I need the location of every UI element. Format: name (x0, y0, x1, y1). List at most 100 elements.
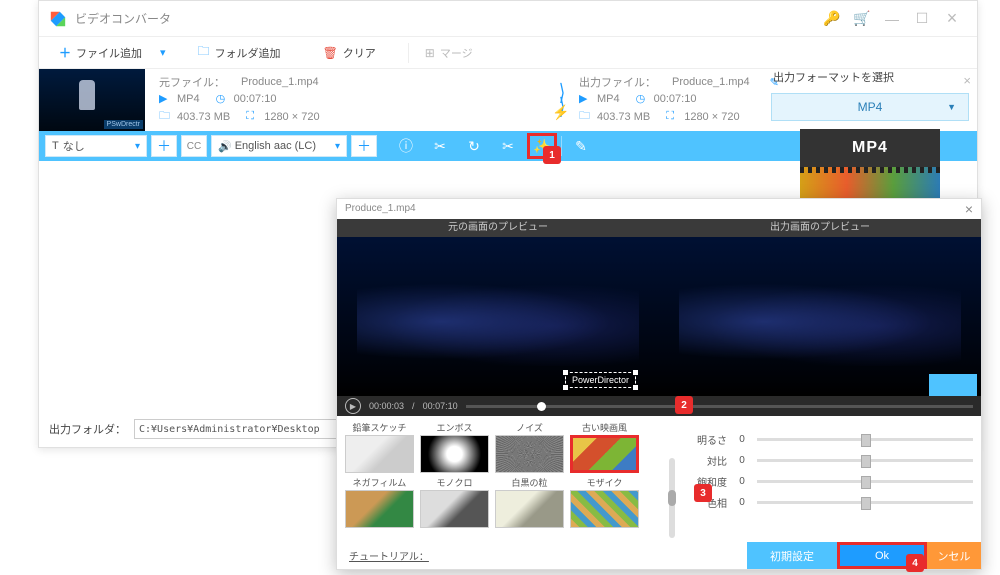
tutorial-link[interactable]: チュートリアル： (337, 542, 441, 569)
subtitle-value: なし (63, 138, 85, 154)
resolution-icon: ⛶ (666, 110, 680, 123)
effect-item[interactable]: 鉛筆スケッチ (345, 420, 414, 473)
effect-thumbs: 鉛筆スケッチ エンボス ノイズ 古い映画風 ネガフィルム モノクロ 白黒の粒 モ… (345, 420, 655, 538)
add-folder-label: フォルダ追加 (215, 45, 281, 61)
effect-label: ノイズ (516, 420, 543, 435)
effect-item-selected[interactable]: 古い映画風 (570, 420, 639, 473)
folder-icon: 🗀 (198, 42, 210, 63)
effects-dialog: Produce_1.mp4 × 元の画面のプレビュー 出力画面のプレビュー Po… (336, 198, 982, 570)
subtitle-dropdown[interactable]: Tなし▾ (45, 135, 147, 157)
brightness-label: 明るさ (685, 432, 727, 447)
effect-item[interactable]: ネガフィルム (345, 475, 414, 528)
resize-handle[interactable] (563, 385, 568, 390)
cut-icon[interactable]: ✂ (425, 131, 455, 161)
add-subtitle-button[interactable]: ＋ (151, 135, 177, 157)
effects-scrollbar[interactable] (669, 458, 675, 538)
output-folder-row: 出力フォルダ： (49, 419, 364, 439)
info-icon[interactable]: ⓘ (391, 131, 421, 161)
cancel-button[interactable]: ンセル (927, 542, 981, 569)
minimize-button[interactable]: — (877, 4, 907, 34)
output-filename: Produce_1.mp4 (672, 76, 750, 88)
resolution-icon: ⛶ (246, 110, 260, 123)
saturation-row: 飽和度0 (685, 474, 973, 489)
effect-item[interactable]: モザイク (570, 475, 639, 528)
resize-handle[interactable] (633, 370, 638, 375)
effect-item[interactable]: モノクロ (420, 475, 489, 528)
output-resolution: 1280 × 720 (684, 111, 739, 123)
output-preview (659, 237, 981, 396)
brightness-slider[interactable] (757, 438, 973, 441)
source-format: MP4 (177, 93, 200, 105)
add-file-button[interactable]: ＋ ファイル追加 (49, 40, 152, 65)
audio-dropdown[interactable]: 🔊English aac (LC) ▾ (211, 135, 347, 157)
output-folder-input[interactable] (134, 419, 364, 439)
cart-icon[interactable]: 🛒 (847, 4, 877, 34)
saturation-value: 0 (735, 476, 749, 487)
clear-label: クリア (343, 45, 376, 61)
hue-value: 0 (735, 497, 749, 508)
cc-button[interactable]: CC (181, 135, 207, 157)
contrast-slider[interactable] (757, 459, 973, 462)
time-total: 00:07:10 (423, 401, 458, 411)
fx-player-bar: ▶ 00:00:03/00:07:10 (337, 396, 981, 416)
arrow-column: ⟩ ⟩ ⚡ (547, 73, 575, 127)
mp4-label: MP4 (800, 129, 940, 167)
selection-marker[interactable] (929, 374, 977, 396)
play-button[interactable]: ▶ (345, 398, 361, 414)
effect-item[interactable]: 白黒の粒 (495, 475, 564, 528)
close-button[interactable]: × (937, 4, 967, 34)
output-format-panel: 出力フォーマットを選択 MP4 MP4 (771, 65, 969, 217)
video-thumbnail[interactable]: PSwDrectr (39, 69, 145, 131)
out-preview-label: 出力画面のプレビュー (659, 219, 981, 237)
saturation-slider[interactable] (757, 480, 973, 483)
resize-handle[interactable] (633, 385, 638, 390)
separator (408, 43, 409, 63)
size-icon: 🗀 (159, 107, 173, 126)
format-selected: MP4 (858, 100, 883, 114)
progress-bar[interactable] (466, 405, 973, 408)
effect-label: 鉛筆スケッチ (352, 420, 406, 435)
title-bar: ビデオコンバータ 🔑 🛒 — ☐ × (39, 1, 977, 37)
clear-button[interactable]: 🗑 クリア (313, 41, 386, 65)
progress-handle[interactable] (537, 402, 546, 411)
resize-handle[interactable] (563, 370, 568, 375)
maximize-button[interactable]: ☐ (907, 4, 937, 34)
merge-button[interactable]: ⊞ マージ (415, 41, 483, 65)
output-folder-label: 出力フォルダ： (49, 421, 126, 437)
rotate-icon[interactable]: ↻ (459, 131, 489, 161)
fx-title: Produce_1.mp4 (345, 203, 416, 214)
crop-icon[interactable]: ✂ (493, 131, 523, 161)
trash-icon: 🗑 (323, 46, 338, 60)
chevron-down-icon: ▾ (335, 141, 340, 152)
add-file-label: ファイル追加 (76, 45, 142, 61)
merge-icon: ⊞ (425, 46, 435, 60)
app-title: ビデオコンバータ (75, 10, 817, 27)
hue-slider[interactable] (757, 501, 973, 504)
effect-label: ネガフィルム (353, 475, 407, 490)
brightness-value: 0 (735, 434, 749, 445)
separator (561, 136, 562, 156)
audio-value: English aac (LC) (235, 140, 316, 152)
key-icon[interactable]: 🔑 (817, 4, 847, 34)
fx-close-button[interactable]: × (965, 201, 973, 217)
source-label: 元ファイル： (159, 74, 225, 90)
add-file-dropdown-icon[interactable]: ▾ (160, 46, 166, 59)
effect-item[interactable]: エンボス (420, 420, 489, 473)
effect-label: 古い映画風 (582, 420, 627, 435)
thumb-label: PSwDrectr (104, 120, 143, 129)
add-folder-button[interactable]: 🗀 フォルダ追加 (188, 38, 291, 67)
speaker-icon: 🔊 (218, 140, 232, 153)
add-audio-button[interactable]: ＋ (351, 135, 377, 157)
hue-row: 色相0 (685, 495, 973, 510)
contrast-row: 対比0 (685, 453, 973, 468)
watermark-icon[interactable]: ✎ (566, 131, 596, 161)
reset-button[interactable]: 初期設定 (747, 542, 837, 569)
effect-thumb-old-film (570, 435, 639, 473)
merge-label: マージ (440, 45, 473, 61)
format-dropdown[interactable]: MP4 (771, 93, 969, 121)
watermark-overlay[interactable]: PowerDirector (565, 372, 636, 388)
output-format: MP4 (597, 93, 620, 105)
plus-icon: ＋ (59, 44, 71, 61)
source-resolution: 1280 × 720 (264, 111, 319, 123)
effect-item[interactable]: ノイズ (495, 420, 564, 473)
